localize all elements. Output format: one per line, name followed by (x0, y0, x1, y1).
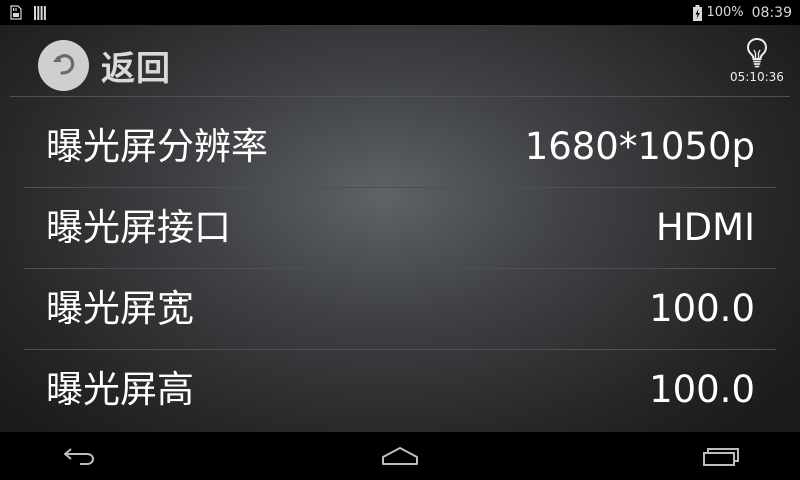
navigation-bar (0, 432, 800, 480)
setting-value: 100.0 (649, 368, 755, 411)
clock: 08:39 (751, 4, 792, 21)
setting-label: 曝光屏分辨率 (46, 125, 268, 168)
back-icon-circle (38, 39, 89, 91)
setting-value: 100.0 (649, 287, 755, 330)
header-divider (10, 96, 790, 97)
nav-recents-icon (703, 448, 739, 466)
setting-row-interface[interactable]: 曝光屏接口 HDMI (24, 188, 776, 269)
battery-percent: 100% (706, 5, 744, 20)
setting-label: 曝光屏宽 (46, 287, 194, 330)
setting-row-width[interactable]: 曝光屏宽 100.0 (24, 269, 776, 350)
status-right: 100% 08:39 (693, 0, 792, 25)
nav-recents-button[interactable] (686, 440, 756, 472)
back-arrow-icon (52, 54, 74, 75)
app-screen: 100% 08:39 返回 05:10:36 曝光屏分辨率 1680*1050p… (0, 0, 800, 480)
nav-home-icon (382, 447, 418, 465)
header: 返回 05:10:36 (0, 25, 800, 97)
timer-text: 05:10:36 (730, 70, 784, 84)
lightbulb-icon (746, 37, 768, 68)
main-panel: 返回 05:10:36 曝光屏分辨率 1680*1050p 曝光屏接口 HDMI… (0, 25, 800, 432)
back-label: 返回 (101, 48, 171, 89)
setting-label: 曝光屏接口 (46, 206, 231, 249)
setting-row-resolution[interactable]: 曝光屏分辨率 1680*1050p (24, 107, 776, 188)
nav-home-button[interactable] (365, 440, 435, 472)
setting-value: HDMI (655, 206, 755, 249)
timer: 05:10:36 (727, 37, 787, 84)
battery-charging-icon (693, 4, 703, 21)
setting-row-height[interactable]: 曝光屏高 100.0 (24, 350, 776, 431)
nav-back-icon (64, 448, 95, 465)
back-button[interactable]: 返回 (38, 39, 171, 91)
status-bar: 100% 08:39 (0, 0, 800, 25)
status-left-icons (10, 4, 46, 21)
sd-card-icon (10, 5, 22, 20)
nav-back-button[interactable] (45, 440, 115, 472)
barcode-icon (34, 5, 46, 20)
setting-value: 1680*1050p (524, 125, 755, 168)
setting-label: 曝光屏高 (46, 368, 194, 411)
